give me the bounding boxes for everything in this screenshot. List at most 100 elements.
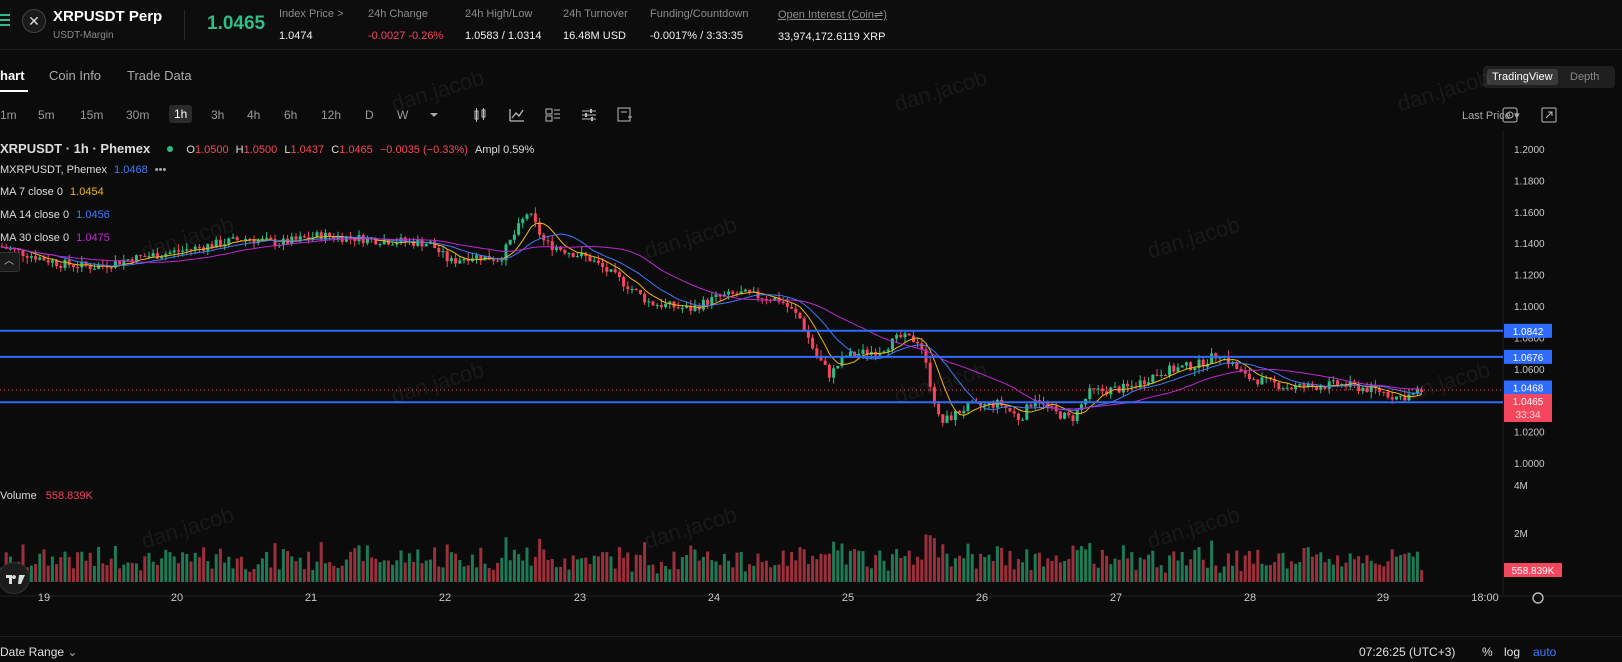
timeframe-12h[interactable]: 12h xyxy=(321,108,341,122)
depth-button[interactable]: Depth xyxy=(1565,69,1604,85)
candle-body xyxy=(50,260,54,263)
volume-bar xyxy=(685,555,689,582)
timeframe-30m[interactable]: 30m xyxy=(126,108,149,122)
tab-chart[interactable]: hart xyxy=(0,68,25,83)
candle-body xyxy=(785,302,789,307)
candle-body xyxy=(437,248,441,253)
timeframe-1h[interactable]: 1h xyxy=(169,105,193,123)
settings-sliders-icon[interactable] xyxy=(581,107,597,123)
candles-group xyxy=(0,207,1424,427)
indicators-icon[interactable] xyxy=(509,107,525,123)
candle-body xyxy=(269,237,273,240)
volume-bar xyxy=(1159,565,1163,582)
percent-toggle[interactable]: % xyxy=(1482,645,1493,659)
tradingview-logo-icon[interactable] xyxy=(0,562,30,594)
tab-trade-data[interactable]: Trade Data xyxy=(127,68,192,83)
volume-bar xyxy=(332,565,336,582)
volume-bar xyxy=(374,558,378,582)
timeframe-3h[interactable]: 3h xyxy=(211,108,224,122)
price-source-select[interactable]: Last Price ▾ xyxy=(1462,109,1520,122)
timeframe-w[interactable]: W xyxy=(397,108,408,122)
candle-body xyxy=(491,259,495,261)
volume-bar xyxy=(1399,554,1403,582)
timeframe-4h[interactable]: 4h xyxy=(247,108,260,122)
date-tick-label: 28 xyxy=(1244,592,1256,604)
candle-body xyxy=(613,269,617,273)
volume-bar xyxy=(664,566,668,582)
volume-bar xyxy=(1365,555,1369,582)
timeframe-1m[interactable]: 1m xyxy=(0,108,17,122)
candle-body xyxy=(1130,386,1134,388)
candle-body xyxy=(701,299,705,310)
volume-bar xyxy=(638,554,642,582)
volume-bar xyxy=(1109,564,1113,582)
timeframe-15m[interactable]: 15m xyxy=(80,108,103,122)
candle-body xyxy=(937,403,941,415)
candle-body xyxy=(71,265,75,268)
candle-body xyxy=(601,262,605,268)
volume-bar xyxy=(357,545,361,582)
volume-bar xyxy=(596,556,600,582)
volume-bar xyxy=(1310,556,1314,582)
candle-body xyxy=(21,250,25,257)
candle-body xyxy=(1012,411,1016,414)
volume-bar xyxy=(1121,545,1125,582)
symbol-name[interactable]: XRPUSDT Perp xyxy=(53,8,162,25)
view-toggle: TradingView Depth xyxy=(1483,66,1615,88)
stat-open-interest[interactable]: Open Interest (Coin⇌) 33,974,172.6119 XR… xyxy=(778,8,887,43)
volume-bar xyxy=(907,550,911,582)
candle-body xyxy=(1361,387,1365,392)
timeframe-d[interactable]: D xyxy=(365,108,374,122)
candle-body xyxy=(1285,387,1289,389)
volume-bar xyxy=(609,556,613,582)
legend-l-value: 1.0437 xyxy=(290,144,325,156)
volume-bar xyxy=(1113,558,1117,582)
candle-type-icon[interactable] xyxy=(472,107,488,123)
volume-bar xyxy=(487,568,491,582)
chevron-down-icon[interactable] xyxy=(428,107,440,123)
candle-body xyxy=(811,337,815,349)
volume-bar xyxy=(966,543,970,582)
legend-ma-value: 1.0475 xyxy=(76,232,110,244)
price-chart[interactable]: 1.2000 1.1800 1.1600 1.1400 1.1200 1.1000 1.08… xyxy=(0,130,1622,606)
volume-bar xyxy=(512,549,516,582)
candle-body xyxy=(1063,412,1067,419)
volume-bar xyxy=(290,556,294,582)
legend-c-value: 1.0465 xyxy=(339,144,373,156)
more-icon[interactable]: ••• xyxy=(155,164,167,176)
date-range-button[interactable]: Date Range ⌄ xyxy=(0,645,77,659)
log-toggle[interactable]: log xyxy=(1504,645,1520,659)
auto-toggle[interactable]: auto xyxy=(1533,645,1556,659)
volume-bar xyxy=(118,568,122,582)
clock[interactable]: 07:26:25 (UTC+3) xyxy=(1359,645,1455,659)
fullscreen-icon[interactable] xyxy=(1541,107,1557,123)
legend-mark-label: MXRPUSDT, Phemex xyxy=(0,164,107,176)
candle-body xyxy=(63,259,67,268)
legend-title: XRPUSDT · 1h · Phemex xyxy=(0,141,151,156)
candle-body xyxy=(1184,362,1188,366)
timeframe-5m[interactable]: 5m xyxy=(38,108,55,122)
level-tag: 1.0842 xyxy=(1513,327,1544,338)
volume-bar xyxy=(1294,563,1298,582)
collapse-legend-button[interactable]: ︿ xyxy=(0,252,20,272)
volume-bar xyxy=(1147,554,1151,582)
tab-coin-info[interactable]: Coin Info xyxy=(49,68,101,83)
volume-bar xyxy=(113,546,117,582)
menu-icon[interactable] xyxy=(0,12,12,28)
volume-bar xyxy=(928,535,932,582)
volume-bar xyxy=(42,549,46,582)
add-template-icon[interactable] xyxy=(617,107,633,123)
candle-body xyxy=(1126,383,1130,387)
volume-bar xyxy=(588,564,592,582)
tradingview-button[interactable]: TradingView xyxy=(1487,69,1558,85)
axis-settings-icon xyxy=(1532,592,1544,604)
timeframe-6h[interactable]: 6h xyxy=(284,108,297,122)
layout-icon[interactable] xyxy=(545,107,561,123)
volume-bar xyxy=(1029,570,1033,582)
stat-index-price[interactable]: Index Price > 1.0474 xyxy=(279,8,344,42)
volume-bar xyxy=(298,557,302,582)
volume-bar xyxy=(756,553,760,582)
volume-bar xyxy=(1130,552,1134,582)
volume-bar xyxy=(970,554,974,582)
volume-bar xyxy=(802,549,806,582)
